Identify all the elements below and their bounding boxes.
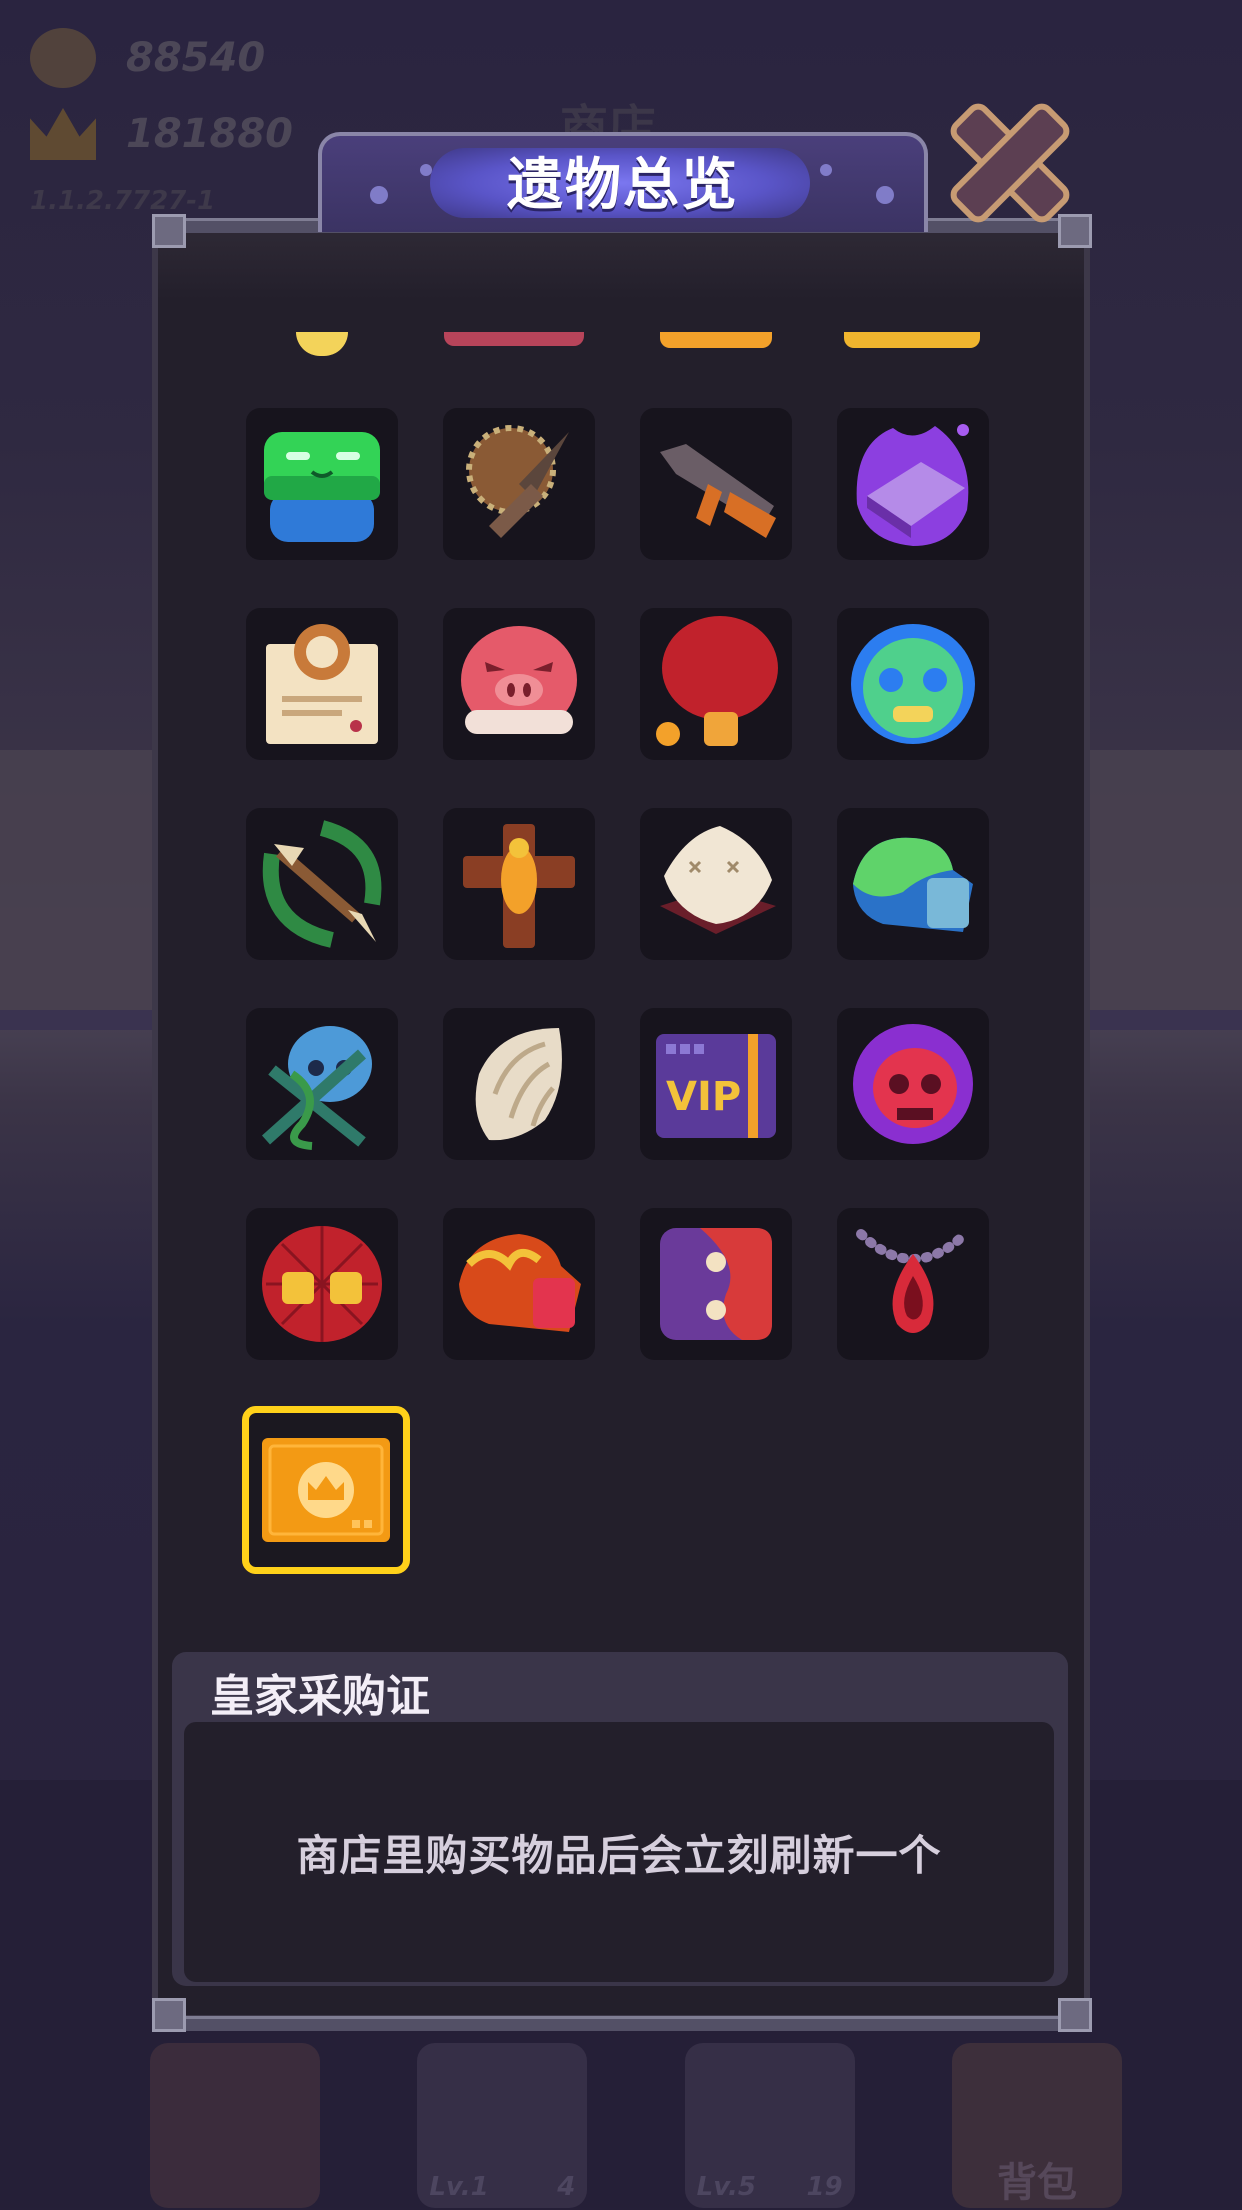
version-label: 1.1.2.7727-1 (30, 186, 216, 216)
angel-wing-icon (475, 1028, 562, 1141)
heal-count: 4 (557, 2172, 576, 2202)
relic-flame-glove[interactable] (443, 1208, 595, 1360)
vine-skull-icon (261, 1026, 372, 1150)
vip-card-icon: VIP (656, 1034, 776, 1138)
relic-reaper-skull[interactable] (837, 1008, 989, 1160)
relic-slime-glove[interactable] (837, 808, 989, 960)
spiked-shield-spear-icon (466, 425, 569, 538)
luchador-mask-icon (851, 624, 975, 744)
heal-level: Lv.1 (429, 2172, 489, 2202)
reaper-skull-icon (853, 1024, 973, 1144)
partial-relic-top[interactable] (444, 332, 584, 346)
relic-green-frog[interactable] (246, 408, 398, 560)
relic-royal-purchase-card[interactable] (242, 1406, 410, 1574)
corner-rivet (1058, 1998, 1092, 2032)
spider-mask-icon (262, 1226, 382, 1342)
relic-spider-mask[interactable] (246, 1208, 398, 1360)
relic-pig-face[interactable] (443, 608, 595, 760)
relic-blood-drop-necklace[interactable] (837, 1208, 989, 1360)
bow-arrow-icon (262, 820, 382, 948)
cursed-book-icon (856, 424, 969, 546)
bottom-rail (152, 2016, 1090, 2031)
trophy-counter: 181880 (30, 108, 293, 160)
relic-description-box: 商店里购买物品后会立刻刷新一个 (184, 1722, 1054, 1982)
ping-pong-paddle-icon (656, 616, 778, 746)
heal-upgrade-button[interactable]: Lv.1 4 (417, 2043, 588, 2208)
modal-title: 遗物总览 (507, 153, 739, 218)
royal-purchase-card-icon (262, 1438, 390, 1542)
blood-drop-necklace-icon (856, 1229, 970, 1333)
relic-ping-pong-paddle[interactable] (640, 608, 792, 760)
pig-face-icon (461, 626, 577, 734)
relic-spiked-shield-spear[interactable] (443, 408, 595, 560)
relic-bow-arrow[interactable] (246, 808, 398, 960)
arrow-count: 19 (806, 2172, 843, 2202)
relic-rifle[interactable] (640, 408, 792, 560)
selected-relic-description: 商店里购买物品后会立刻刷新一个 (296, 1830, 942, 1880)
corner-rivet (1058, 214, 1092, 248)
corner-rivet (152, 214, 186, 248)
partial-relic-top[interactable] (660, 332, 772, 348)
relic-certificate[interactable] (246, 608, 398, 760)
close-button[interactable] (945, 98, 1075, 228)
coin-icon (30, 28, 96, 88)
relic-vine-skull[interactable] (246, 1008, 398, 1160)
partial-relic-top[interactable] (844, 332, 980, 348)
trophy-value: 181880 (126, 111, 293, 157)
arrow-upgrade-button[interactable]: Lv.5 19 (684, 2043, 855, 2208)
backpack-character-icon[interactable] (150, 2043, 320, 2208)
relic-yin-yang-dice[interactable] (640, 1208, 792, 1360)
green-frog-icon (264, 432, 380, 542)
certificate-icon (266, 624, 378, 744)
relic-angel-wing[interactable] (443, 1008, 595, 1160)
arrow-level: Lv.5 (696, 2172, 757, 2202)
yin-yang-dice-icon (660, 1228, 772, 1340)
vip-card-label: VIP (666, 1074, 741, 1120)
coin-counter: 88540 (30, 28, 265, 88)
relic-luchador-mask[interactable] (837, 608, 989, 760)
golden-cross-icon (463, 824, 575, 948)
coin-value: 88540 (126, 35, 266, 81)
flame-glove-icon (459, 1234, 581, 1332)
slime-glove-icon (853, 837, 973, 932)
bag-label: 背包 (996, 2160, 1077, 2206)
relic-vip-card[interactable]: VIP (640, 1008, 792, 1160)
bottom-bar: Lv.1 4 Lv.5 19 背包 (150, 2030, 1122, 2208)
selected-relic-name: 皇家采购证 (210, 1671, 430, 1722)
crown-icon (30, 108, 96, 160)
relic-pillow[interactable] (640, 808, 792, 960)
relic-golden-cross[interactable] (443, 808, 595, 960)
corner-rivet (152, 1998, 186, 2032)
pillow-icon (660, 826, 776, 934)
relic-cursed-book[interactable] (837, 408, 989, 560)
rifle-icon (660, 444, 776, 538)
bag-button[interactable]: 背包 (951, 2043, 1122, 2208)
